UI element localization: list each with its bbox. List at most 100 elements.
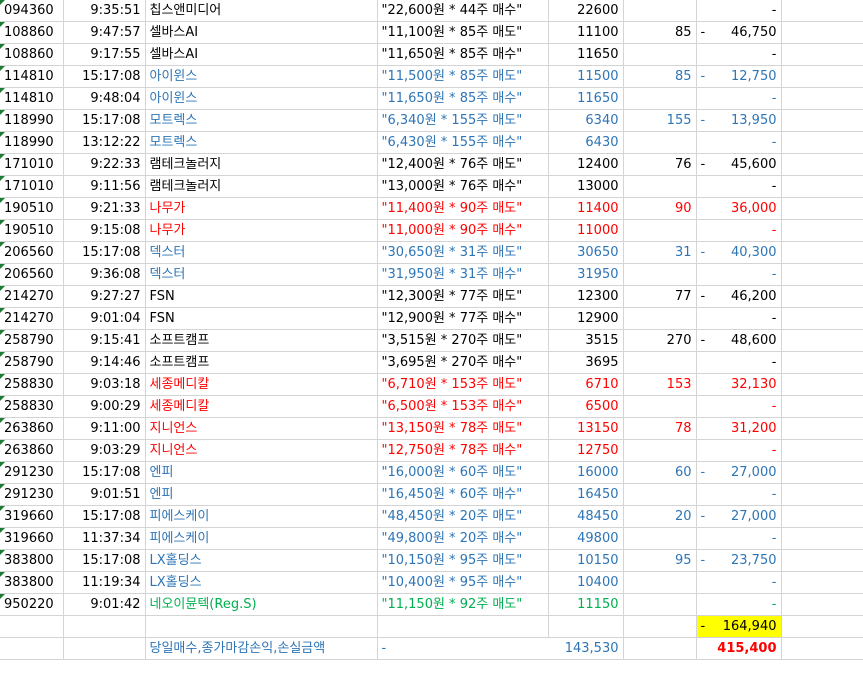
- cell[interactable]: [0, 637, 64, 660]
- quantity[interactable]: [623, 87, 697, 110]
- quantity[interactable]: [623, 571, 697, 594]
- trade-time[interactable]: 9:36:08: [63, 263, 146, 286]
- trade-time[interactable]: 11:37:34: [63, 527, 146, 550]
- price[interactable]: 13000: [548, 175, 624, 198]
- stock-code[interactable]: 171010: [0, 153, 64, 176]
- profit-amount[interactable]: -: [696, 483, 782, 506]
- stock-name[interactable]: 네오이뮨텍(Reg.S): [145, 593, 378, 616]
- footer-total[interactable]: 415,400: [696, 637, 782, 660]
- quantity[interactable]: [623, 131, 697, 154]
- cell[interactable]: [781, 505, 863, 528]
- trade-time[interactable]: 9:01:42: [63, 593, 146, 616]
- quantity[interactable]: 78: [623, 417, 697, 440]
- order-text[interactable]: "6,500원 * 153주 매수": [377, 395, 549, 418]
- quantity[interactable]: [623, 307, 697, 330]
- stock-name[interactable]: 지니언스: [145, 439, 378, 462]
- cell[interactable]: [781, 65, 863, 88]
- price[interactable]: 13150: [548, 417, 624, 440]
- stock-code[interactable]: 214270: [0, 285, 64, 308]
- quantity[interactable]: 20: [623, 505, 697, 528]
- price[interactable]: 12900: [548, 307, 624, 330]
- footer-amount-cell[interactable]: - 143,530: [377, 637, 624, 660]
- cell[interactable]: [781, 439, 863, 462]
- cell[interactable]: [781, 571, 863, 594]
- profit-amount[interactable]: -: [696, 0, 782, 22]
- order-text[interactable]: "48,450원 * 20주 매도": [377, 505, 549, 528]
- stock-code[interactable]: 258790: [0, 351, 64, 374]
- cell[interactable]: [781, 549, 863, 572]
- trade-time[interactable]: 9:00:29: [63, 395, 146, 418]
- quantity[interactable]: [623, 0, 697, 22]
- quantity[interactable]: [623, 219, 697, 242]
- trade-time[interactable]: 9:15:41: [63, 329, 146, 352]
- cell[interactable]: [781, 483, 863, 506]
- stock-name[interactable]: 세종메디칼: [145, 395, 378, 418]
- quantity[interactable]: 76: [623, 153, 697, 176]
- stock-code[interactable]: 118990: [0, 109, 64, 132]
- stock-name[interactable]: 나무가: [145, 197, 378, 220]
- stock-name[interactable]: 세종메디칼: [145, 373, 378, 396]
- profit-amount[interactable]: - 45,600: [696, 153, 782, 176]
- trade-time[interactable]: 9:35:51: [63, 0, 146, 22]
- stock-code[interactable]: 206560: [0, 263, 64, 286]
- footer-label[interactable]: 당일매수,종가마감손익,손실금액: [145, 637, 378, 660]
- stock-code[interactable]: 258790: [0, 329, 64, 352]
- price[interactable]: 12400: [548, 153, 624, 176]
- trade-time[interactable]: 9:03:29: [63, 439, 146, 462]
- profit-amount[interactable]: -: [696, 439, 782, 462]
- cell[interactable]: [781, 329, 863, 352]
- stock-code[interactable]: 114810: [0, 65, 64, 88]
- cell[interactable]: [781, 43, 863, 66]
- stock-name[interactable]: 칩스앤미디어: [145, 0, 378, 22]
- stock-code[interactable]: 206560: [0, 241, 64, 264]
- cell[interactable]: [781, 131, 863, 154]
- cell[interactable]: [63, 615, 146, 638]
- cell[interactable]: [63, 637, 146, 660]
- quantity[interactable]: 155: [623, 109, 697, 132]
- trade-time[interactable]: 9:47:57: [63, 21, 146, 44]
- stock-name[interactable]: 아이윈스: [145, 87, 378, 110]
- cell[interactable]: [781, 373, 863, 396]
- price[interactable]: 31950: [548, 263, 624, 286]
- trade-time[interactable]: 9:15:08: [63, 219, 146, 242]
- stock-code[interactable]: 263860: [0, 417, 64, 440]
- stock-code[interactable]: 263860: [0, 439, 64, 462]
- profit-amount[interactable]: -: [696, 263, 782, 286]
- quantity[interactable]: [623, 527, 697, 550]
- price[interactable]: 11100: [548, 21, 624, 44]
- trade-time[interactable]: 9:11:00: [63, 417, 146, 440]
- order-text[interactable]: "11,500원 * 85주 매도": [377, 65, 549, 88]
- profit-amount[interactable]: -: [696, 351, 782, 374]
- profit-amount[interactable]: - 27,000: [696, 461, 782, 484]
- trade-time[interactable]: 15:17:08: [63, 505, 146, 528]
- stock-code[interactable]: 094360: [0, 0, 64, 22]
- quantity[interactable]: 31: [623, 241, 697, 264]
- stock-name[interactable]: 셀바스AI: [145, 43, 378, 66]
- profit-amount[interactable]: -: [696, 131, 782, 154]
- order-text[interactable]: "13,150원 * 78주 매도": [377, 417, 549, 440]
- stock-code[interactable]: 291230: [0, 461, 64, 484]
- stock-code[interactable]: 291230: [0, 483, 64, 506]
- stock-code[interactable]: 190510: [0, 197, 64, 220]
- quantity[interactable]: [623, 395, 697, 418]
- stock-name[interactable]: 소프트캠프: [145, 329, 378, 352]
- cell[interactable]: [781, 241, 863, 264]
- price[interactable]: 6710: [548, 373, 624, 396]
- quantity[interactable]: 77: [623, 285, 697, 308]
- cell[interactable]: [623, 637, 697, 660]
- price[interactable]: 49800: [548, 527, 624, 550]
- price[interactable]: 11000: [548, 219, 624, 242]
- profit-amount[interactable]: -: [696, 307, 782, 330]
- trade-time[interactable]: 9:21:33: [63, 197, 146, 220]
- quantity[interactable]: 90: [623, 197, 697, 220]
- order-text[interactable]: "6,710원 * 153주 매도": [377, 373, 549, 396]
- order-text[interactable]: "11,100원 * 85주 매도": [377, 21, 549, 44]
- profit-amount[interactable]: - 46,200: [696, 285, 782, 308]
- stock-name[interactable]: 소프트캠프: [145, 351, 378, 374]
- quantity[interactable]: [623, 351, 697, 374]
- trade-time[interactable]: 9:11:56: [63, 175, 146, 198]
- cell[interactable]: [623, 615, 697, 638]
- order-text[interactable]: "22,600원 * 44주 매수": [377, 0, 549, 22]
- order-text[interactable]: "49,800원 * 20주 매수": [377, 527, 549, 550]
- stock-name[interactable]: 피에스케이: [145, 505, 378, 528]
